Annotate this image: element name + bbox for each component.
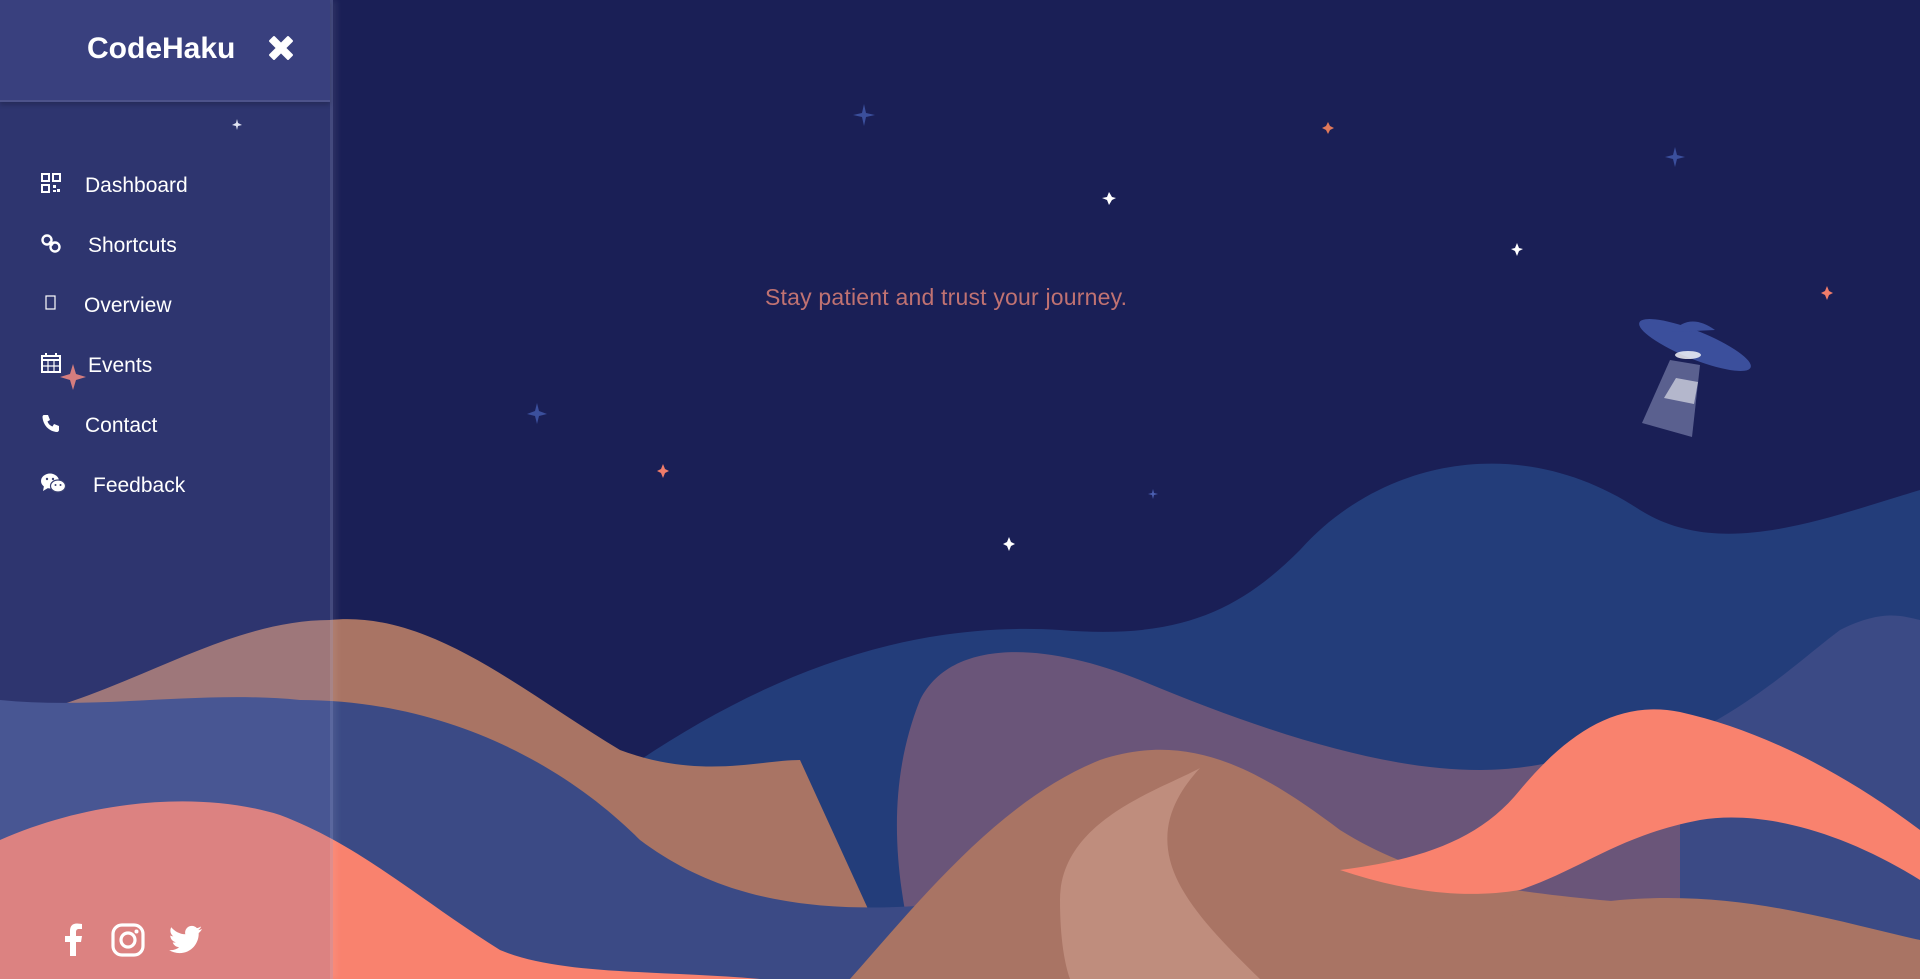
instagram-link[interactable] [110,922,146,958]
sidebar-item-label: Contact [85,414,158,437]
brand-title: CodeHaku [87,32,236,65]
sidebar-item-events[interactable]: Events [0,340,330,400]
wechat-icon [41,473,66,493]
quote-text: Stay patient and trust your journey. [765,284,1128,310]
facebook-icon [65,923,82,956]
sidebar-item-dashboard[interactable]: Dashboard [0,160,330,220]
sidebar-item-shortcuts[interactable]: Shortcuts [0,220,330,280]
sidebar-item-label: Overview [84,294,172,317]
sidebar-item-label: Shortcuts [88,234,177,257]
sidebar-nav: Dashboard Shortcuts Overview Events Cont… [0,160,330,520]
phone-icon [42,415,59,432]
sidebar: CodeHaku Dashboard Shortcuts Overview Ev… [0,0,333,979]
sidebar-item-feedback[interactable]: Feedback [0,460,330,520]
sidebar-item-overview[interactable]: Overview [0,280,330,340]
sidebar-item-contact[interactable]: Contact [0,400,330,460]
sidebar-item-label: Events [88,354,153,377]
facebook-link[interactable] [56,922,92,958]
instagram-icon [111,923,145,957]
link-icon [41,234,61,253]
qr-grid-icon [41,173,61,193]
close-icon[interactable] [264,31,298,65]
sidebar-item-label: Feedback [93,474,186,497]
sidebar-header: CodeHaku [0,0,330,102]
sidebar-item-label: Dashboard [85,174,188,197]
twitter-icon [169,925,202,954]
close-x-icon [269,36,293,60]
social-links [56,922,216,962]
twitter-link[interactable] [168,922,204,958]
square-icon [45,295,56,310]
page: Stay patient and trust your journey. Cod… [0,0,1920,979]
calendar-icon [41,353,61,373]
